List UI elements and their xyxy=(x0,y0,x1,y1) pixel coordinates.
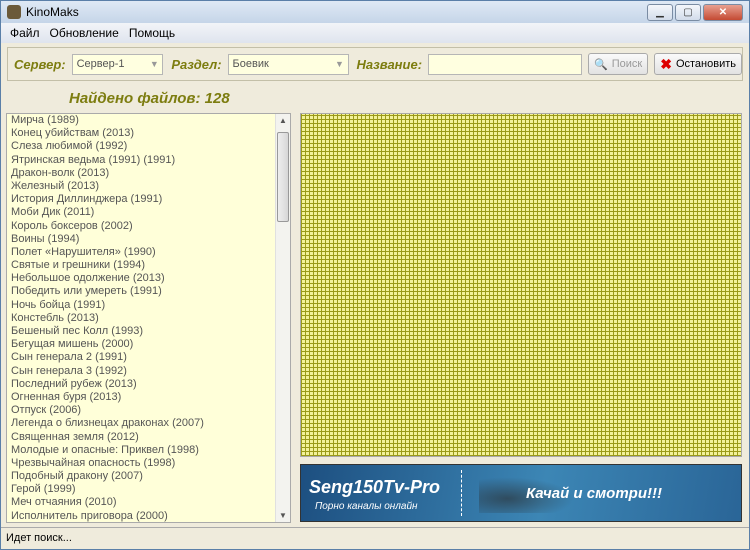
menu-file[interactable]: Файл xyxy=(5,26,45,40)
list-item[interactable]: Воины (1994) xyxy=(7,233,290,246)
list-item[interactable]: Победить или умереть (1991) xyxy=(7,285,290,298)
app-window: KinoMaks ▁ ▢ ✕ Файл Обновление Помощь Се… xyxy=(0,0,750,550)
list-item[interactable]: Бегущая мишень (2000) xyxy=(7,338,290,351)
section-label: Раздел: xyxy=(171,56,222,72)
status-bar: Идет поиск... xyxy=(1,527,749,549)
list-item[interactable]: Исполнитель приговора (2000) xyxy=(7,510,290,522)
search-icon: 🔍 xyxy=(594,58,608,71)
list-item[interactable]: Легенда о близнецах драконах (2007) xyxy=(7,417,290,430)
section-value: Боевик xyxy=(232,58,269,70)
list-item[interactable]: История Диллинджера (1991) xyxy=(7,193,290,206)
list-item[interactable]: Сын генерала 3 (1992) xyxy=(7,365,290,378)
list-item[interactable]: Полет «Нарушителя» (1990) xyxy=(7,246,290,259)
section-select[interactable]: Боевик ▼ xyxy=(227,53,349,75)
list-item[interactable]: Констебль (2013) xyxy=(7,312,290,325)
list-item[interactable]: Сын генерала 2 (1991) xyxy=(7,351,290,364)
title-bar: KinoMaks ▁ ▢ ✕ xyxy=(1,1,749,23)
banner-cta: Качай и смотри!!! xyxy=(526,485,662,502)
list-scrollbar[interactable]: ▲ ▼ xyxy=(275,114,290,522)
stop-label: Остановить xyxy=(675,58,736,70)
server-value: Сервер-1 xyxy=(76,58,125,70)
search-label: Поиск xyxy=(611,58,643,70)
chevron-down-icon: ▼ xyxy=(149,59,159,69)
list-item[interactable]: Ятринская ведьма (1991) (1991) xyxy=(7,154,290,167)
ad-banner[interactable]: Seng150Tv-Pro Порно каналы онлайн Качай … xyxy=(300,464,742,522)
banner-divider xyxy=(461,470,462,516)
list-item[interactable]: Герой (1999) xyxy=(7,483,290,496)
banner-subtitle: Порно каналы онлайн xyxy=(315,501,418,512)
menu-update[interactable]: Обновление xyxy=(45,26,124,40)
name-label: Название: xyxy=(356,56,423,72)
list-item[interactable]: Король боксеров (2002) xyxy=(7,220,290,233)
minimize-button[interactable]: ▁ xyxy=(647,4,673,21)
list-item[interactable]: Чрезвычайная опасность (1998) xyxy=(7,457,290,470)
poster-preview xyxy=(300,113,742,457)
list-item[interactable]: Святые и грешники (1994) xyxy=(7,259,290,272)
list-item[interactable]: Железный (2013) xyxy=(7,180,290,193)
maximize-button[interactable]: ▢ xyxy=(675,4,701,21)
stop-icon: ✖ xyxy=(660,55,672,72)
list-item[interactable]: Священная земля (2012) xyxy=(7,431,290,444)
chevron-down-icon: ▼ xyxy=(335,59,344,69)
list-item[interactable]: Дракон-волк (2013) xyxy=(7,167,290,180)
list-item[interactable]: Последний рубеж (2013) xyxy=(7,378,290,391)
search-button[interactable]: 🔍 Поиск xyxy=(588,53,649,75)
server-label: Сервер: xyxy=(14,56,66,72)
list-item[interactable]: Слеза любимой (1992) xyxy=(7,140,290,153)
scroll-thumb[interactable] xyxy=(277,132,289,222)
found-count: Найдено файлов: 128 xyxy=(69,90,230,107)
list-item[interactable]: Ночь бойца (1991) xyxy=(7,299,290,312)
name-input[interactable] xyxy=(428,53,583,75)
list-item[interactable]: Молодые и опасные: Приквел (1998) xyxy=(7,444,290,457)
list-item[interactable]: Мирча (1989) xyxy=(7,114,290,127)
list-item[interactable]: Отпуск (2006) xyxy=(7,404,290,417)
list-item[interactable]: Бешеный пес Колл (1993) xyxy=(7,325,290,338)
scroll-down-icon[interactable]: ▼ xyxy=(276,511,290,520)
menu-help[interactable]: Помощь xyxy=(124,26,180,40)
banner-brand: Seng150Tv-Pro xyxy=(309,477,441,497)
close-button[interactable]: ✕ xyxy=(703,4,743,21)
scroll-up-icon[interactable]: ▲ xyxy=(276,116,290,125)
list-item[interactable]: Моби Дик (2011) xyxy=(7,206,290,219)
list-item[interactable]: Небольшое одолжение (2013) xyxy=(7,272,290,285)
menu-bar: Файл Обновление Помощь xyxy=(1,23,749,43)
window-title: KinoMaks xyxy=(26,5,79,19)
server-select[interactable]: Сервер-1 ▼ xyxy=(71,53,164,75)
list-item[interactable]: Конец убийствам (2013) xyxy=(7,127,290,140)
list-item[interactable]: Подобный дракону (2007) xyxy=(7,470,290,483)
search-toolbar: Сервер: Сервер-1 ▼ Раздел: Боевик ▼ Назван… xyxy=(7,47,743,81)
app-icon xyxy=(7,5,21,19)
list-item[interactable]: Меч отчаяния (2010) xyxy=(7,496,290,509)
stop-button[interactable]: ✖ Остановить xyxy=(654,53,742,75)
list-item[interactable]: Огненная буря (2013) xyxy=(7,391,290,404)
film-list[interactable]: Мирча (1989) Конец убийствам (2013) Слеза … xyxy=(6,113,291,523)
